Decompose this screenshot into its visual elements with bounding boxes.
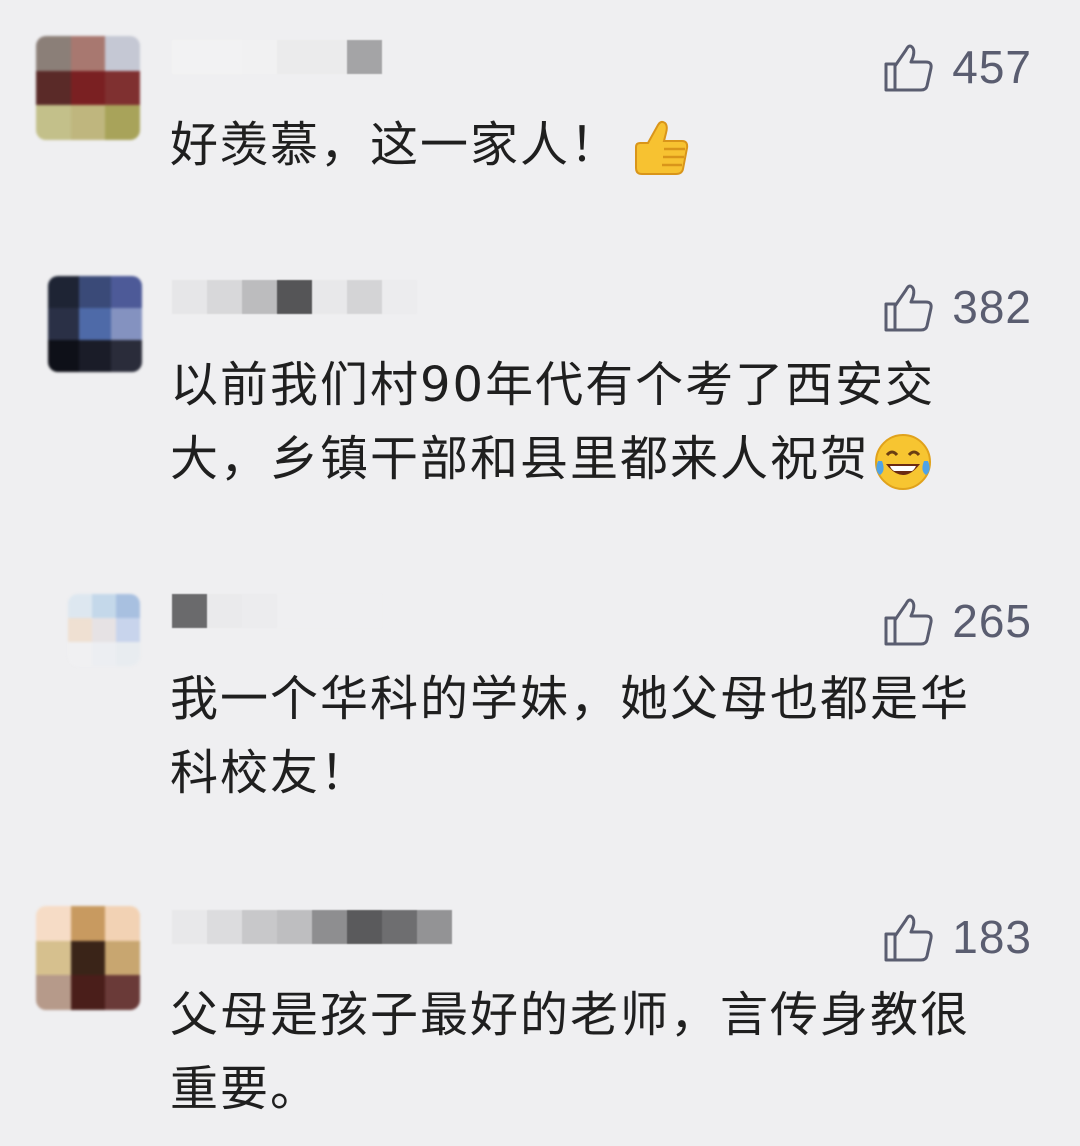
avatar-mosaic-cell <box>48 308 80 340</box>
comment-text: 父母是孩子最好的老师，言传身教很重要。 <box>170 987 971 1117</box>
avatar-mosaic-cell <box>48 340 80 372</box>
comment-item: 382 以前我们村90年代有个考了西安交大，乡镇干部和县里都来人祝贺 <box>0 276 1080 516</box>
comment-text: 我一个华科的学妹，她父母也都是华科校友！ <box>170 671 971 801</box>
avatar[interactable] <box>36 906 140 1010</box>
like-button[interactable]: 382 <box>882 280 1032 334</box>
comment-item: 183 父母是孩子最好的老师，言传身教很重要。 <box>0 906 1080 1126</box>
username-mosaic-cell <box>207 910 242 944</box>
username-mosaic-cell <box>347 280 382 314</box>
avatar-mosaic-cell <box>92 642 116 666</box>
username-mosaic-cell <box>382 280 417 314</box>
username-mosaic-cell <box>417 910 452 944</box>
username-mosaic-cell <box>312 594 347 628</box>
username-mosaic-cell <box>277 910 312 944</box>
username-mosaic-cell <box>242 594 277 628</box>
comment-item: 265 我一个华科的学妹，她父母也都是华科校友！ <box>0 590 1080 810</box>
avatar-mosaic-cell <box>116 618 140 642</box>
avatar-mosaic-cell <box>70 36 106 71</box>
comment-text-wrap: 我一个华科的学妹，她父母也都是华科校友！ <box>170 662 1010 810</box>
username-mosaic-cell <box>347 910 382 944</box>
avatar-mosaic-cell <box>105 36 140 71</box>
username-mosaic-cell <box>172 594 207 628</box>
avatar-mosaic-cell <box>36 906 71 941</box>
thumbs-up-emoji <box>635 120 689 175</box>
thumbs-up-icon <box>884 598 933 646</box>
avatar-mosaic-cell <box>68 594 92 618</box>
avatar-mosaic-cell <box>92 594 116 618</box>
avatar-mosaic-cell <box>110 308 142 340</box>
avatar-mosaic-cell <box>70 975 106 1010</box>
like-button[interactable]: 265 <box>882 594 1032 648</box>
avatar-mosaic-cell <box>36 105 71 140</box>
username-mosaic-cell <box>312 40 347 74</box>
avatar-mosaic-cell <box>70 70 106 106</box>
avatar-mosaic-cell <box>48 276 80 308</box>
like-button[interactable]: 457 <box>882 40 1032 94</box>
avatar-mosaic-cell <box>105 975 140 1010</box>
username-blurred[interactable] <box>172 594 382 628</box>
comment-text: 以前我们村90年代有个考了西安交大，乡镇干部和县里都来人祝贺 <box>170 357 936 487</box>
avatar-mosaic-cell <box>70 906 106 941</box>
username-blurred[interactable] <box>172 40 382 74</box>
avatar-mosaic-cell <box>116 642 140 666</box>
avatar-mosaic-cell <box>68 618 92 642</box>
like-button[interactable]: 183 <box>882 910 1032 964</box>
avatar-mosaic-cell <box>110 340 142 372</box>
username-mosaic-cell <box>312 280 347 314</box>
avatar-mosaic-cell <box>68 642 92 666</box>
username-mosaic-cell <box>242 910 277 944</box>
avatar-mosaic-cell <box>105 70 140 106</box>
username-mosaic-cell <box>277 594 312 628</box>
username-mosaic-cell <box>172 280 207 314</box>
thumbs-up-icon <box>884 284 933 332</box>
comment-text-wrap: 以前我们村90年代有个考了西安交大，乡镇干部和县里都来人祝贺 <box>170 348 1030 496</box>
avatar-mosaic-cell <box>70 105 106 140</box>
username-blurred[interactable] <box>172 280 417 314</box>
username-mosaic-cell <box>312 910 347 944</box>
username-mosaic-cell <box>382 910 417 944</box>
username-mosaic-cell <box>207 40 242 74</box>
avatar-mosaic-cell <box>70 940 106 976</box>
avatar-mosaic-cell <box>36 940 71 976</box>
like-count: 382 <box>952 281 1032 333</box>
avatar-mosaic-cell <box>36 36 71 71</box>
tears-of-joy-emoji <box>875 434 932 490</box>
avatar-mosaic-cell <box>105 105 140 140</box>
username-mosaic-cell <box>347 594 382 628</box>
like-count: 457 <box>952 41 1032 93</box>
avatar-mosaic-cell <box>92 618 116 642</box>
avatar-mosaic-cell <box>79 276 111 308</box>
avatar[interactable] <box>68 594 140 666</box>
username-mosaic-cell <box>242 280 277 314</box>
thumbs-up-icon <box>884 44 933 92</box>
username-mosaic-cell <box>207 280 242 314</box>
avatar-mosaic-cell <box>105 906 140 941</box>
avatar-mosaic-cell <box>36 70 71 106</box>
avatar-mosaic-cell <box>105 940 140 976</box>
comment-item: 457 好羡慕，这一家人！ <box>0 36 1080 236</box>
avatar-mosaic-cell <box>36 975 71 1010</box>
username-mosaic-cell <box>172 40 207 74</box>
like-count: 265 <box>952 595 1032 647</box>
avatar-mosaic-cell <box>116 594 140 618</box>
username-mosaic-cell <box>207 594 242 628</box>
username-mosaic-cell <box>172 910 207 944</box>
avatar-mosaic-cell <box>79 308 111 340</box>
thumbs-up-icon <box>884 914 933 962</box>
avatar[interactable] <box>48 276 142 372</box>
comment-list: 457 好羡慕，这一家人！ 382 以前我们村90年代有个考了西安交大，乡镇干部… <box>0 0 1080 1146</box>
username-blurred[interactable] <box>172 910 452 944</box>
comment-text: 好羡慕，这一家人！ <box>170 117 621 173</box>
comment-text-wrap: 父母是孩子最好的老师，言传身教很重要。 <box>170 978 1010 1126</box>
avatar-mosaic-cell <box>110 276 142 308</box>
like-count: 183 <box>952 911 1032 963</box>
avatar[interactable] <box>36 36 140 140</box>
comment-text-wrap: 好羡慕，这一家人！ <box>170 108 1020 182</box>
username-mosaic-cell <box>277 40 312 74</box>
avatar-mosaic-cell <box>79 340 111 372</box>
username-mosaic-cell <box>347 40 382 74</box>
username-mosaic-cell <box>277 280 312 314</box>
username-mosaic-cell <box>242 40 277 74</box>
